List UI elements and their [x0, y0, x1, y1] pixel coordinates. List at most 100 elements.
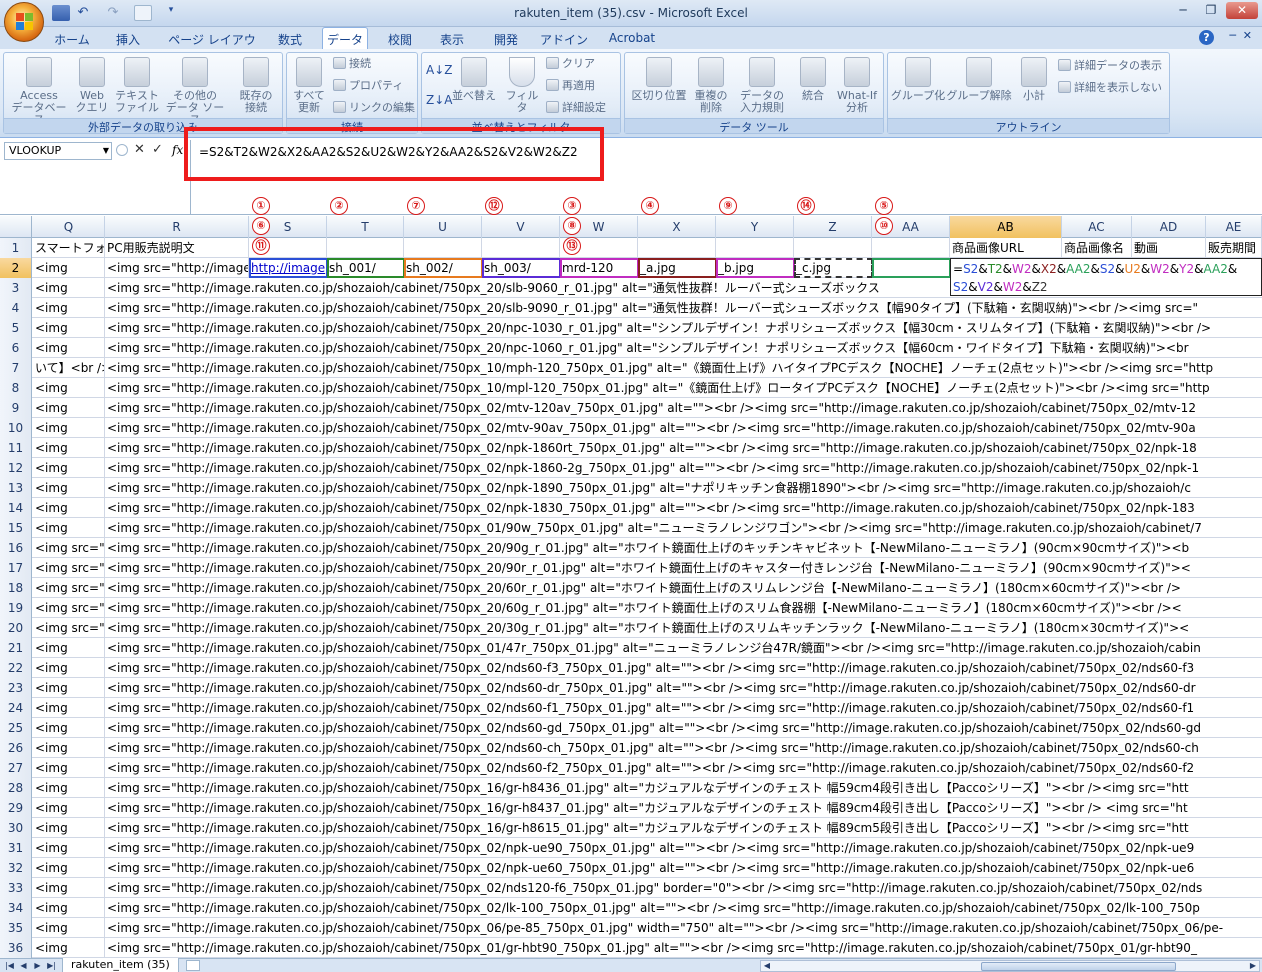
- row-header[interactable]: 16: [0, 538, 32, 558]
- cell-q[interactable]: <img: [33, 798, 105, 818]
- cell-R1[interactable]: PC用販売説明文: [105, 238, 249, 258]
- enter-icon[interactable]: ✓: [152, 142, 163, 157]
- cell-T1[interactable]: [327, 238, 404, 258]
- row-header[interactable]: 6: [0, 338, 32, 358]
- row-header[interactable]: 11: [0, 438, 32, 458]
- cell-r[interactable]: <img src="http://image.rakuten.co.jp/sho…: [105, 778, 1262, 798]
- cell-r[interactable]: <img src="http://image.rakuten.co.jp/sho…: [105, 298, 1262, 318]
- consolidate-button[interactable]: 統合: [795, 57, 831, 102]
- cell-r[interactable]: <img src="http://image.rakuten.co.jp/sho…: [105, 758, 1262, 778]
- column-header-u[interactable]: U: [404, 216, 482, 238]
- column-header-ab[interactable]: AB: [950, 216, 1062, 238]
- cell-q[interactable]: <img: [33, 738, 105, 758]
- active-cell-AB2[interactable]: =S2&T2&W2&X2&AA2&S2&U2&W2&Y2&AA2& S2&V2&…: [950, 258, 1262, 296]
- cell-q[interactable]: <img: [33, 398, 105, 418]
- cell-r[interactable]: <img src="http://image.rakuten.co.jp/sho…: [105, 378, 1262, 398]
- cell-q[interactable]: <img: [33, 378, 105, 398]
- row-header[interactable]: 32: [0, 858, 32, 878]
- row-header[interactable]: 35: [0, 918, 32, 938]
- row-header[interactable]: 26: [0, 738, 32, 758]
- fx-icon[interactable]: fx: [172, 143, 183, 157]
- cell-q[interactable]: <img: [33, 638, 105, 658]
- cell-q[interactable]: <img: [33, 898, 105, 918]
- cell-X1[interactable]: [638, 238, 716, 258]
- row-header[interactable]: 17: [0, 558, 32, 578]
- cell-q[interactable]: <img: [33, 918, 105, 938]
- cell-q[interactable]: <img: [33, 838, 105, 858]
- cell-r[interactable]: <img src="http://image.rakuten.co.jp/sho…: [105, 818, 1262, 838]
- tab-addins[interactable]: アドイン: [536, 29, 592, 49]
- tab-home[interactable]: ホーム: [52, 29, 92, 49]
- cell-r[interactable]: <img src="http://image.rakuten.co.jp/sho…: [105, 678, 1262, 698]
- row-header[interactable]: 14: [0, 498, 32, 518]
- cell-q[interactable]: <img: [33, 818, 105, 838]
- sort-az-button[interactable]: A↓Z: [426, 63, 452, 77]
- tab-acrobat[interactable]: Acrobat: [602, 29, 662, 49]
- cell-r[interactable]: <img src="http://image.rakuten.co.jp/sho…: [105, 738, 1262, 758]
- row-header[interactable]: 23: [0, 678, 32, 698]
- filter-button[interactable]: フィルタ: [502, 57, 542, 114]
- row-header[interactable]: 30: [0, 818, 32, 838]
- cell-q[interactable]: <img src=": [33, 618, 105, 638]
- hide-detail-button[interactable]: 詳細を表示しない: [1058, 81, 1162, 95]
- column-header-ae[interactable]: AE: [1206, 216, 1262, 238]
- cell-q[interactable]: <img: [33, 418, 105, 438]
- cell-q[interactable]: <img: [33, 298, 105, 318]
- advanced-filter-button[interactable]: 詳細設定: [546, 101, 606, 115]
- column-header-q[interactable]: Q: [33, 216, 105, 238]
- cell-q[interactable]: <img: [33, 438, 105, 458]
- cell-r[interactable]: <img src="http://image.rakuten.co.jp/sho…: [105, 938, 1262, 958]
- cell-r[interactable]: <img src="http://image.rakuten.co.jp/sho…: [105, 618, 1262, 638]
- chevron-down-icon[interactable]: ▼: [103, 143, 109, 159]
- cell-AD1[interactable]: 動画: [1132, 238, 1206, 258]
- cell-r[interactable]: <img src="http://image.rakuten.co.jp/sho…: [105, 518, 1262, 538]
- cell-q[interactable]: いて】<br />: [33, 358, 105, 378]
- cell-r[interactable]: <img src="http://image.rakuten.co.jp/sho…: [105, 558, 1262, 578]
- existing-connections-button[interactable]: 既存の 接続: [232, 57, 280, 114]
- data-validation-button[interactable]: データの 入力規則: [733, 57, 791, 114]
- cell-r[interactable]: <img src="http://image.rakuten.co.jp/sho…: [105, 478, 1262, 498]
- cell-q[interactable]: <img src=": [33, 538, 105, 558]
- tab-formulas[interactable]: 数式: [270, 29, 310, 49]
- row-header[interactable]: 9: [0, 398, 32, 418]
- row-header[interactable]: 2: [0, 258, 32, 278]
- sheet-tab[interactable]: rakuten_item (35): [62, 958, 179, 972]
- cell-AA1[interactable]: [872, 238, 950, 258]
- cancel-icon[interactable]: ✕: [134, 142, 145, 157]
- tab-developer[interactable]: 開発: [484, 29, 528, 49]
- cell-r[interactable]: <img src="http://image.rakuten.co.jp/sho…: [105, 718, 1262, 738]
- row-header[interactable]: 1: [0, 238, 32, 258]
- cell-q[interactable]: <img: [33, 778, 105, 798]
- cell-AB1[interactable]: 商品画像URL: [950, 238, 1062, 258]
- other-sources-button[interactable]: その他のデータ ソース: [164, 57, 226, 126]
- row-header[interactable]: 33: [0, 878, 32, 898]
- text-to-columns-button[interactable]: 区切り位置: [629, 57, 689, 102]
- cell-r[interactable]: <img src="http://image.rakuten.co.jp/sho…: [105, 418, 1262, 438]
- tab-review[interactable]: 校閲: [378, 29, 422, 49]
- edit-links-button[interactable]: リンクの編集: [333, 101, 415, 115]
- access-button[interactable]: Accessデータベース: [8, 57, 70, 126]
- row-header[interactable]: 36: [0, 938, 32, 958]
- sort-button[interactable]: 並べ替え: [452, 57, 496, 102]
- cell-q[interactable]: <img: [33, 338, 105, 358]
- cell-r[interactable]: <img src="http://image.rakuten.co.jp/sho…: [105, 638, 1262, 658]
- column-header-v[interactable]: V: [482, 216, 560, 238]
- cell-q[interactable]: <img: [33, 938, 105, 958]
- cell-q[interactable]: <img: [33, 278, 105, 298]
- scroll-left-icon[interactable]: ◀: [761, 961, 773, 971]
- cell-V1[interactable]: [482, 238, 560, 258]
- row-header[interactable]: 24: [0, 698, 32, 718]
- cell-AC1[interactable]: 商品画像名: [1062, 238, 1132, 258]
- cell-q[interactable]: <img: [33, 458, 105, 478]
- row-header[interactable]: 8: [0, 378, 32, 398]
- cell-r[interactable]: <img src="http://image.rakuten.co.jp/sho…: [105, 698, 1262, 718]
- cell-r[interactable]: <img src="http://image.rakuten.co.jp/sho…: [105, 458, 1262, 478]
- cell-r[interactable]: <img src="http://image.rakuten.co.jp/sho…: [105, 438, 1262, 458]
- tab-page-layout[interactable]: ページ レイアウト: [164, 29, 260, 64]
- cell-r[interactable]: <img src="http://image.rakuten.co.jp/sho…: [105, 918, 1262, 938]
- group-button[interactable]: グループ化: [890, 57, 946, 102]
- horizontal-scrollbar[interactable]: ◀ ▶: [760, 960, 1260, 972]
- row-header[interactable]: 10: [0, 418, 32, 438]
- select-all-corner[interactable]: [0, 216, 32, 238]
- row-header[interactable]: 20: [0, 618, 32, 638]
